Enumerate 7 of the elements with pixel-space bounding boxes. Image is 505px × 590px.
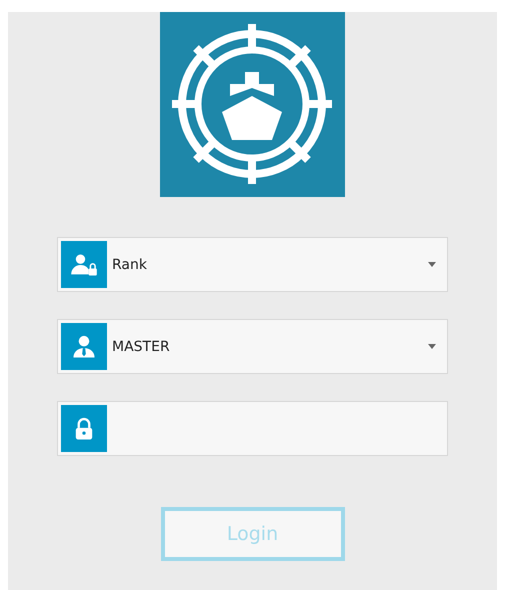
dropdown-field[interactable]: Rank — [57, 237, 448, 292]
password-field[interactable] — [57, 401, 448, 456]
dropdown-field[interactable]: MASTER — [57, 319, 448, 374]
field-value: Rank — [112, 256, 148, 272]
field-value: MASTER — [112, 338, 171, 354]
caret-icon — [428, 344, 436, 349]
caret-icon — [428, 262, 436, 267]
